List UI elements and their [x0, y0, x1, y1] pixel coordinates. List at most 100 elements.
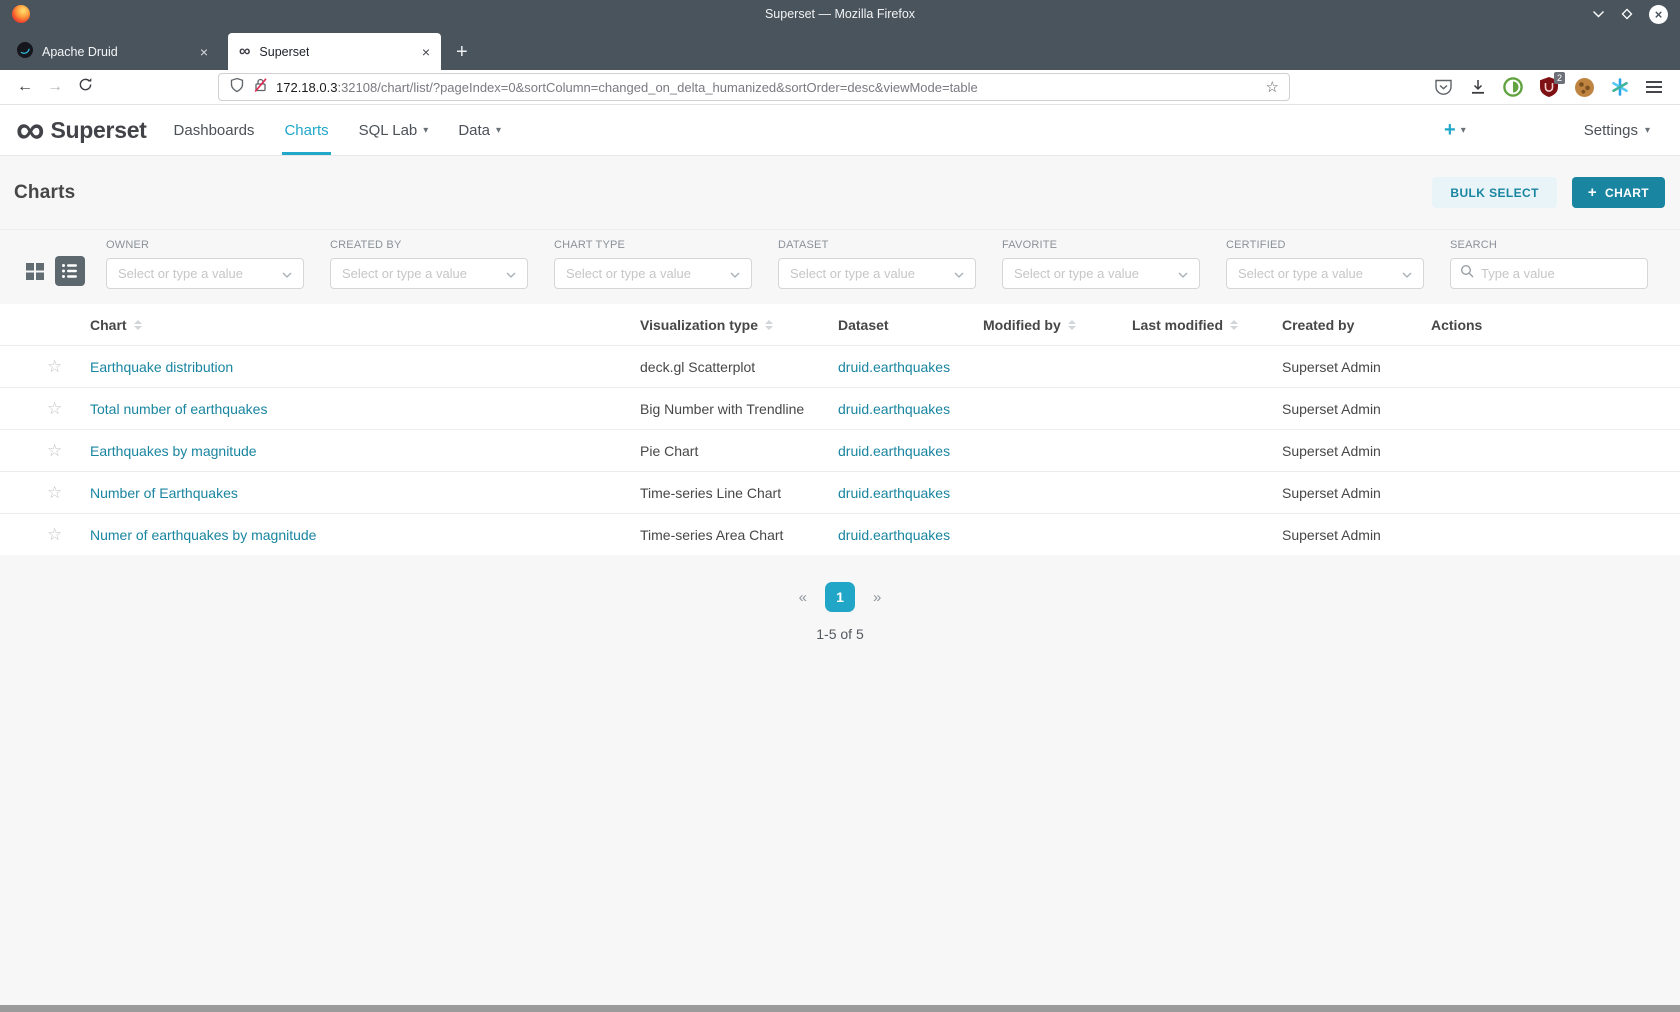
nav-item-sql-lab[interactable]: SQL Lab ▾ [344, 105, 444, 155]
brand-name: Superset [51, 117, 147, 144]
select-placeholder: Select or type a value [790, 266, 915, 281]
download-icon[interactable] [1470, 79, 1486, 95]
window-maximize-icon[interactable] [1620, 7, 1634, 21]
created-by-cell: Superset Admin [1282, 401, 1431, 417]
search-input[interactable] [1481, 266, 1638, 281]
url-bar[interactable]: 172.18.0.3:32108/chart/list/?pageIndex=0… [218, 73, 1290, 101]
created-by-cell: Superset Admin [1282, 527, 1431, 543]
dataset-filter-select[interactable]: Select or type a value [778, 258, 976, 289]
plus-icon: + [1588, 184, 1597, 201]
nav-item-label: SQL Lab [359, 122, 418, 139]
favorite-star-icon[interactable]: ☆ [47, 357, 62, 376]
chevron-down-icon [282, 265, 292, 283]
tab-apache-druid[interactable]: Apache Druid × [6, 33, 219, 70]
tab-close-icon[interactable]: × [200, 44, 208, 60]
row-count-summary: 1-5 of 5 [0, 626, 1680, 642]
column-label: Dataset [838, 317, 889, 333]
plus-icon: + [1444, 121, 1456, 139]
new-item-button[interactable]: + ▾ [1444, 121, 1466, 139]
select-placeholder: Select or type a value [1014, 266, 1139, 281]
column-header-chart[interactable]: Chart [90, 317, 640, 333]
forward-icon: → [40, 78, 70, 96]
tab-superset[interactable]: ∞ Superset × [228, 33, 441, 70]
tracking-shield-icon[interactable] [229, 77, 245, 98]
back-icon[interactable]: ← [10, 78, 40, 96]
favorite-star-icon[interactable]: ☆ [47, 525, 62, 544]
column-header-last-modified[interactable]: Last modified [1132, 317, 1282, 333]
favorite-star-icon[interactable]: ☆ [47, 399, 62, 418]
dataset-link[interactable]: druid.earthquakes [838, 359, 950, 375]
page-header: Charts BULK SELECT + CHART [0, 156, 1680, 230]
column-label: Actions [1431, 317, 1482, 333]
created-by-cell: Superset Admin [1282, 359, 1431, 375]
card-view-icon[interactable] [26, 262, 45, 286]
settings-menu[interactable]: Settings ▾ [1584, 122, 1650, 139]
certified-filter-label: CERTIFIED [1226, 239, 1424, 251]
filter-bar: OWNER Select or type a value CREATED BY … [0, 230, 1680, 304]
asterisk-extension-icon[interactable] [1611, 78, 1629, 96]
created-by-filter-select[interactable]: Select or type a value [330, 258, 528, 289]
dataset-link[interactable]: druid.earthquakes [838, 401, 950, 417]
favorite-filter-select[interactable]: Select or type a value [1002, 258, 1200, 289]
sort-icon[interactable] [1230, 320, 1238, 330]
bookmark-star-icon[interactable]: ☆ [1266, 78, 1279, 96]
add-chart-label: CHART [1605, 186, 1649, 200]
chart-type-filter-select[interactable]: Select or type a value [554, 258, 752, 289]
extension-green-icon[interactable] [1503, 77, 1523, 97]
chevron-down-icon [730, 265, 740, 283]
nav-item-charts[interactable]: Charts [269, 105, 343, 155]
table-row: ☆ Total number of earthquakes Big Number… [0, 387, 1680, 429]
ublock-shield-icon[interactable]: 2 [1540, 77, 1558, 97]
window-title: Superset — Mozilla Firefox [0, 7, 1680, 21]
viz-type-cell: Big Number with Trendline [640, 401, 838, 417]
pocket-icon[interactable] [1434, 79, 1453, 96]
certified-filter-select[interactable]: Select or type a value [1226, 258, 1424, 289]
new-tab-button[interactable]: + [456, 43, 468, 61]
column-label: Created by [1282, 317, 1354, 333]
column-header-modified-by[interactable]: Modified by [983, 317, 1132, 333]
viz-type-cell: Time-series Area Chart [640, 527, 838, 543]
chevron-down-icon: ▾ [423, 125, 428, 136]
url-text[interactable]: 172.18.0.3:32108/chart/list/?pageIndex=0… [276, 80, 1252, 95]
column-header-created-by: Created by [1282, 317, 1431, 333]
insecure-lock-icon[interactable] [253, 77, 268, 98]
chart-link[interactable]: Number of Earthquakes [90, 485, 238, 501]
sort-icon[interactable] [134, 320, 142, 330]
reload-icon[interactable] [70, 77, 100, 97]
next-page-button[interactable]: » [873, 589, 881, 606]
superset-logo[interactable]: ∞ Superset [16, 105, 147, 155]
druid-favicon [17, 42, 33, 61]
nav-item-dashboards[interactable]: Dashboards [159, 105, 270, 155]
tab-close-icon[interactable]: × [422, 44, 430, 60]
prev-page-button[interactable]: « [799, 589, 807, 606]
chart-link[interactable]: Numer of earthquakes by magnitude [90, 527, 316, 543]
sort-icon[interactable] [1068, 320, 1076, 330]
chart-link[interactable]: Earthquakes by magnitude [90, 443, 257, 459]
chevron-down-icon [1402, 265, 1412, 283]
owner-filter-select[interactable]: Select or type a value [106, 258, 304, 289]
chevron-down-icon: ▾ [1461, 125, 1466, 136]
sort-icon[interactable] [765, 320, 773, 330]
menu-hamburger-icon[interactable] [1646, 86, 1662, 88]
chart-link[interactable]: Earthquake distribution [90, 359, 233, 375]
chevron-down-icon [506, 265, 516, 283]
list-view-icon[interactable] [55, 256, 85, 291]
tab-label: Superset [259, 45, 309, 59]
page-1-button[interactable]: 1 [825, 582, 855, 612]
nav-item-data[interactable]: Data ▾ [443, 105, 516, 155]
cookie-icon[interactable] [1575, 78, 1594, 97]
bulk-select-button[interactable]: BULK SELECT [1432, 177, 1556, 208]
dataset-link[interactable]: druid.earthquakes [838, 485, 950, 501]
add-chart-button[interactable]: + CHART [1572, 177, 1665, 208]
dataset-link[interactable]: druid.earthquakes [838, 527, 950, 543]
tab-label: Apache Druid [42, 45, 118, 59]
window-close-icon[interactable]: × [1649, 5, 1668, 24]
dataset-link[interactable]: druid.earthquakes [838, 443, 950, 459]
column-label: Modified by [983, 317, 1061, 333]
column-header-visualization-type[interactable]: Visualization type [640, 317, 838, 333]
chart-link[interactable]: Total number of earthquakes [90, 401, 267, 417]
window-bottom-edge [0, 1005, 1680, 1012]
window-minimize-icon[interactable] [1592, 10, 1605, 19]
favorite-star-icon[interactable]: ☆ [47, 483, 62, 502]
favorite-star-icon[interactable]: ☆ [47, 441, 62, 460]
